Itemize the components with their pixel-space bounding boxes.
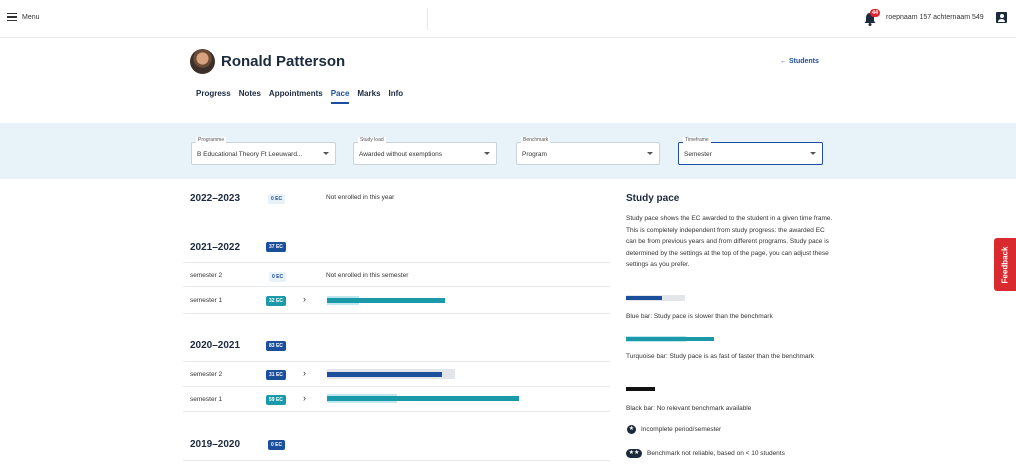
divider (183, 286, 610, 287)
study-load-label: Study load (358, 137, 386, 143)
divider (183, 460, 610, 461)
year-heading: 2022–2023 (190, 193, 241, 204)
user-icon[interactable] (996, 12, 1007, 23)
chevron-down-icon (484, 152, 490, 155)
benchmark-label: Benchmark (521, 137, 551, 143)
hamburger-icon (7, 13, 17, 21)
study-pace-description: Study pace shows the EC awarded to the s… (626, 215, 833, 268)
study-load-value: Awarded without exemptions (359, 151, 442, 158)
tab-bar: Progress Notes Appointments Pace Marks I… (196, 89, 411, 104)
ec-badge: 0 EC (268, 440, 286, 450)
tab-info[interactable]: Info (389, 89, 404, 104)
legend-turquoise-text: Turquoise bar: Study pace is as fast of … (626, 353, 814, 360)
user-name[interactable]: roepnaam 157 achternaam 549 (886, 14, 984, 21)
programme-value: B Educational Theory Ft Leeuward... (197, 151, 303, 158)
year-heading: 2019–2020 (190, 439, 241, 450)
menu-label: Menu (22, 13, 40, 21)
divider (183, 386, 610, 387)
ec-badge: 59 EC (266, 395, 286, 405)
ec-badge: 32 EC (266, 296, 286, 306)
chevron-right-icon[interactable]: › (303, 294, 306, 304)
star-icon: ★ (627, 425, 636, 434)
divider (427, 8, 428, 30)
timeframe-value: Semester (684, 151, 712, 158)
legend-black-text: Black bar: No relevant benchmark availab… (626, 405, 752, 412)
programme-select[interactable]: Programme B Educational Theory Ft Leeuwa… (191, 137, 336, 165)
menu-button[interactable]: Menu (7, 13, 40, 21)
top-bar: Menu 44 roepnaam 157 achternaam 549 (0, 0, 1016, 38)
double-star-icon: ★★ (626, 449, 642, 458)
programme-label: Programme (196, 137, 227, 143)
chevron-down-icon (323, 152, 329, 155)
legend-incomplete-text: Incomplete period/semester (641, 426, 722, 433)
student-name: Ronald Patterson (221, 53, 346, 70)
legend-unreliable-text: Benchmark not reliable, based on < 10 st… (647, 450, 785, 457)
filter-panel (0, 123, 1016, 179)
year-heading: 2020–2021 (190, 340, 241, 351)
benchmark-select[interactable]: Benchmark Program (516, 137, 660, 165)
not-enrolled-note: Not enrolled in this year (326, 194, 395, 201)
timeframe-label: Timeframe (683, 137, 711, 143)
semester-label: semester 2 (190, 272, 223, 279)
ec-badge: 0 EC (268, 194, 286, 204)
tab-appointments[interactable]: Appointments (269, 89, 323, 104)
tab-marks[interactable]: Marks (357, 89, 380, 104)
timeframe-select[interactable]: Timeframe Semester (678, 137, 823, 165)
divider (183, 262, 610, 263)
ec-badge: 0 EC (269, 272, 287, 282)
legend-black-bar (626, 387, 655, 391)
divider (183, 411, 610, 412)
study-pace-title: Study pace (626, 193, 680, 204)
chevron-right-icon[interactable]: › (303, 368, 306, 378)
benchmark-value: Program (522, 151, 547, 158)
legend-blue-text: Blue bar: Study pace is slower than the … (626, 313, 773, 320)
tab-notes[interactable]: Notes (239, 89, 261, 104)
tab-pace[interactable]: Pace (330, 89, 350, 104)
feedback-button[interactable]: Feedback (994, 238, 1016, 291)
ec-badge: 37 EC (266, 242, 286, 252)
notification-badge: 44 (870, 9, 881, 17)
ec-badge: 31 EC (266, 370, 286, 380)
pace-bar (327, 372, 442, 377)
semester-label: semester 2 (190, 371, 223, 378)
pace-bar (327, 298, 445, 303)
not-enrolled-note: Not enrolled in this semester (326, 272, 409, 279)
back-to-students-link[interactable]: ← Students (780, 58, 819, 65)
divider (183, 361, 610, 362)
tab-progress[interactable]: Progress (196, 89, 231, 104)
study-load-select[interactable]: Study load Awarded without exemptions (353, 137, 497, 165)
divider (183, 313, 610, 314)
semester-label: semester 1 (190, 297, 223, 304)
avatar (190, 49, 215, 74)
chevron-right-icon[interactable]: › (303, 393, 306, 403)
year-heading: 2021–2022 (190, 242, 241, 253)
semester-label: semester 1 (190, 396, 223, 403)
chevron-down-icon (647, 152, 653, 155)
pace-bar (327, 396, 519, 401)
legend-blue-bar (626, 296, 662, 300)
ec-badge: 83 EC (266, 341, 286, 351)
chevron-down-icon (810, 152, 816, 155)
feedback-label: Feedback (1000, 246, 1010, 283)
legend-turquoise-bar (626, 337, 714, 341)
